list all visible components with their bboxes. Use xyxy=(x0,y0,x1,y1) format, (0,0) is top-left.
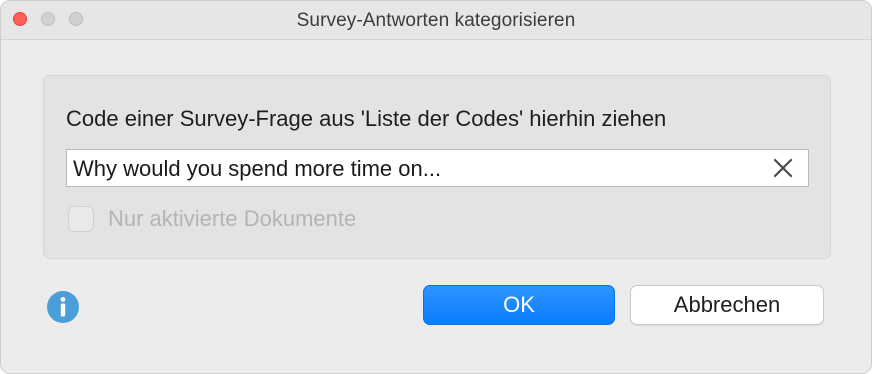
clear-button[interactable] xyxy=(772,157,794,179)
ok-button[interactable]: OK xyxy=(423,285,615,325)
dialog-window: Survey-Antworten kategorisieren Code ein… xyxy=(0,0,872,374)
title-bar: Survey-Antworten kategorisieren xyxy=(1,1,871,40)
close-icon xyxy=(773,158,793,178)
only-activated-documents-label: Nur aktivierte Dokumente xyxy=(108,206,357,231)
window-title: Survey-Antworten kategorisieren xyxy=(296,10,576,31)
survey-question-drop-field[interactable]: Why would you spend more time on... xyxy=(66,149,809,187)
cancel-button[interactable]: Abbrechen xyxy=(630,285,824,325)
info-icon[interactable] xyxy=(47,291,79,323)
survey-question-value: Why would you spend more time on... xyxy=(73,156,442,181)
survey-question-group: Code einer Survey-Frage aus 'Liste der C… xyxy=(43,75,831,259)
instruction-label: Code einer Survey-Frage aus 'Liste der C… xyxy=(66,106,667,131)
only-activated-documents-checkbox[interactable] xyxy=(68,206,94,232)
